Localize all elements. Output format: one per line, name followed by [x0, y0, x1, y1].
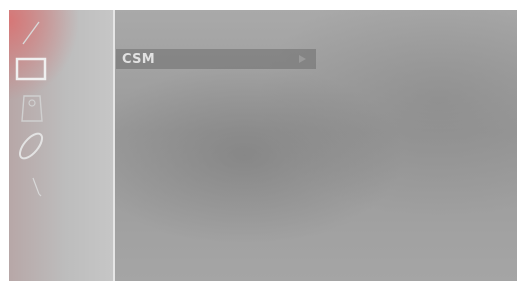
menu-item-label: CSM — [122, 51, 155, 67]
menu-item-csm[interactable]: CSM — [116, 49, 316, 69]
display-icon[interactable] — [15, 57, 49, 83]
pen-icon[interactable] — [19, 18, 45, 48]
disc-icon[interactable] — [15, 130, 47, 162]
submenu-arrow-icon — [299, 55, 306, 63]
storage-icon[interactable] — [18, 94, 46, 124]
settings-screen: CSM — [9, 10, 517, 281]
tool-icon[interactable] — [27, 174, 47, 200]
sidebar — [9, 10, 115, 281]
